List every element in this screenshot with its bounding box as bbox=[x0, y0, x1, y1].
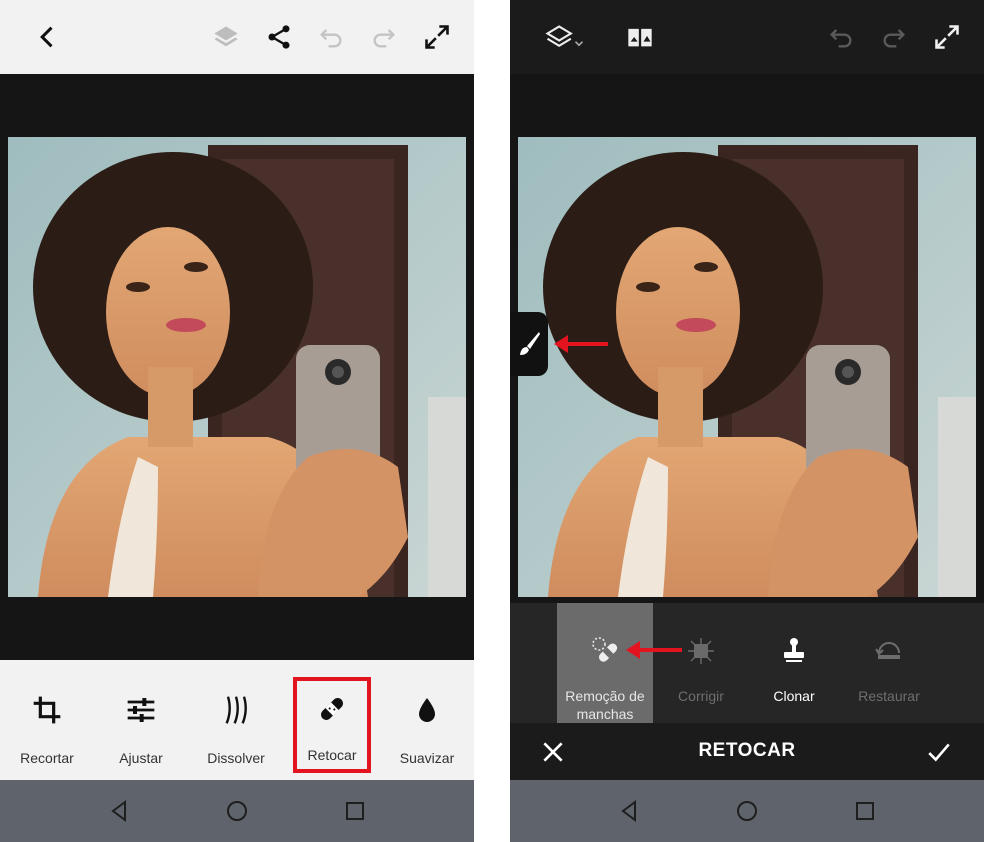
subtool-remocao-de-manchas[interactable]: Remoção de manchas bbox=[557, 603, 653, 723]
left-phone-screen: Recortar Ajustar Dissolver Retocar Suavi… bbox=[0, 0, 474, 842]
clone-stamp-icon-wrap bbox=[776, 633, 812, 669]
dissolve-icon bbox=[225, 696, 247, 724]
subtool-corrigir[interactable]: Corrigir bbox=[653, 603, 749, 723]
tool-retocar[interactable]: Retocar bbox=[293, 677, 371, 773]
patch-icon-wrap bbox=[683, 633, 719, 669]
tool-label: Dissolver bbox=[207, 750, 265, 766]
subtool-clonar[interactable]: Clonar bbox=[746, 603, 842, 723]
fullscreen-button[interactable] bbox=[929, 19, 965, 55]
redo-icon bbox=[373, 29, 395, 48]
square-recents-icon bbox=[346, 802, 364, 820]
undo-icon bbox=[830, 29, 852, 48]
expand-icon bbox=[935, 25, 959, 49]
portrait-photo bbox=[518, 137, 976, 597]
redo-button[interactable] bbox=[366, 19, 402, 55]
nav-back-button[interactable] bbox=[615, 797, 643, 825]
redo-icon bbox=[883, 29, 905, 48]
drop-icon-wrap bbox=[409, 692, 445, 728]
expand-icon bbox=[425, 25, 449, 49]
android-nav-bar bbox=[510, 780, 984, 842]
layers-dropdown-button[interactable] bbox=[540, 19, 590, 55]
drop-icon bbox=[419, 698, 435, 722]
square-recents-icon bbox=[856, 802, 874, 820]
red-arrow-annotation bbox=[626, 641, 682, 659]
nav-back-button[interactable] bbox=[105, 797, 133, 825]
spot-healing-icon-wrap bbox=[587, 633, 623, 669]
brush-icon bbox=[520, 332, 540, 355]
tool-label: Recortar bbox=[20, 750, 74, 766]
right-phone-screen: Remoção de manchas Corrigir Clonar Resta… bbox=[510, 0, 984, 842]
retouch-tools-strip: Remoção de manchas Corrigir Clonar Resta… bbox=[510, 603, 984, 723]
fullscreen-button[interactable] bbox=[419, 19, 455, 55]
crop-icon-wrap bbox=[29, 692, 65, 728]
undo-button[interactable] bbox=[823, 19, 859, 55]
restore-icon-wrap bbox=[871, 633, 907, 669]
nav-home-button[interactable] bbox=[223, 797, 251, 825]
bandage-icon bbox=[321, 698, 343, 720]
subtool-restaurar[interactable]: Restaurar bbox=[841, 603, 937, 723]
layers-dropdown-icon bbox=[545, 25, 584, 47]
sliders-icon bbox=[127, 698, 155, 722]
subtool-label: Remoção de manchas bbox=[565, 688, 645, 722]
triangle-back-icon bbox=[111, 800, 126, 822]
sliders-icon-wrap bbox=[123, 692, 159, 728]
triangle-back-icon bbox=[621, 800, 636, 822]
nav-home-button[interactable] bbox=[733, 797, 761, 825]
photo-canvas[interactable] bbox=[518, 137, 976, 597]
redo-button[interactable] bbox=[876, 19, 912, 55]
subtool-label: Restaurar bbox=[858, 688, 920, 704]
subtool-label: Clonar bbox=[773, 688, 815, 704]
spot-healing-icon bbox=[592, 637, 618, 662]
tool-ajustar[interactable]: Ajustar bbox=[94, 660, 188, 780]
tool-dissolver[interactable]: Dissolver bbox=[189, 660, 283, 780]
back-button[interactable] bbox=[30, 19, 66, 55]
circle-home-icon bbox=[737, 801, 757, 821]
layers-icon bbox=[214, 26, 238, 47]
restore-icon bbox=[875, 642, 900, 659]
tool-label: Ajustar bbox=[119, 750, 163, 766]
top-toolbar bbox=[510, 0, 984, 74]
undo-icon bbox=[320, 29, 342, 48]
top-toolbar bbox=[0, 0, 474, 74]
compare-book-icon bbox=[628, 25, 652, 49]
action-bar: RETOCAR bbox=[510, 723, 984, 780]
dissolve-icon-wrap bbox=[218, 692, 254, 728]
portrait-photo bbox=[8, 137, 466, 597]
undo-button[interactable] bbox=[313, 19, 349, 55]
tool-label: Retocar bbox=[307, 747, 357, 763]
tool-suavizar[interactable]: Suavizar bbox=[380, 660, 474, 780]
subtool-label: Corrigir bbox=[678, 688, 724, 704]
bandage-icon-wrap bbox=[314, 691, 350, 727]
share-button[interactable] bbox=[261, 19, 297, 55]
crop-icon bbox=[33, 696, 61, 724]
red-arrow-annotation bbox=[554, 335, 608, 353]
photo-canvas[interactable] bbox=[8, 137, 466, 597]
share-icon bbox=[268, 25, 290, 49]
tool-recortar[interactable]: Recortar bbox=[0, 660, 94, 780]
checkmark-icon bbox=[928, 743, 950, 762]
nav-recents-button[interactable] bbox=[341, 797, 369, 825]
apply-button[interactable] bbox=[924, 737, 954, 767]
compare-button[interactable] bbox=[622, 19, 658, 55]
patch-icon bbox=[688, 638, 714, 664]
circle-home-icon bbox=[227, 801, 247, 821]
layers-button[interactable] bbox=[208, 19, 244, 55]
action-title: RETOCAR bbox=[698, 740, 796, 761]
brush-settings-tab[interactable] bbox=[510, 312, 548, 376]
android-nav-bar bbox=[0, 780, 474, 842]
clone-stamp-icon bbox=[784, 638, 804, 662]
chevron-left-icon bbox=[40, 26, 53, 48]
tool-label: Suavizar bbox=[399, 750, 455, 766]
nav-recents-button[interactable] bbox=[851, 797, 879, 825]
tool-bar: Recortar Ajustar Dissolver Retocar Suavi… bbox=[0, 660, 474, 780]
